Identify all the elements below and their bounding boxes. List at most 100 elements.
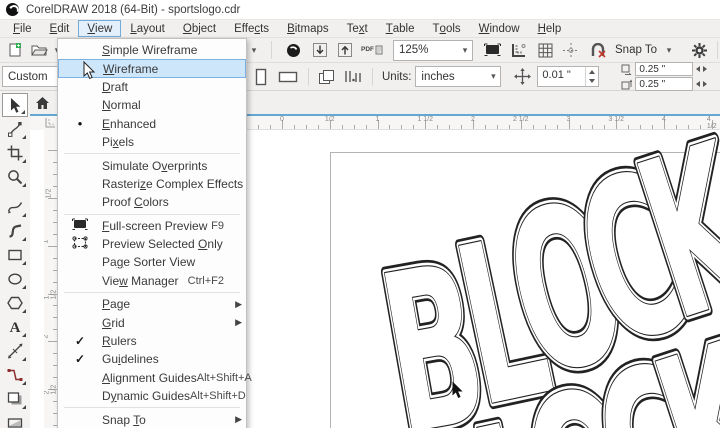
publish-pdf-icon[interactable]: PDF bbox=[361, 40, 383, 60]
toolbar-dropdown-arrow[interactable]: ▾ bbox=[245, 40, 263, 60]
show-grid-icon[interactable] bbox=[536, 40, 554, 60]
duplicate-x-icon bbox=[621, 64, 632, 75]
units-value: inches bbox=[421, 70, 455, 83]
ruler-label: 2 1/2 bbox=[512, 116, 529, 123]
home-icon bbox=[35, 96, 49, 109]
page-dimensions-icon[interactable] bbox=[344, 67, 362, 87]
shape-tool[interactable] bbox=[2, 117, 28, 141]
snap-to-dropdown-arrow[interactable]: ▾ bbox=[660, 40, 678, 60]
ruler-label: 0 bbox=[280, 116, 284, 123]
zoom-level-dropdown-arrow[interactable]: ▾ bbox=[458, 45, 472, 56]
polygon-tool[interactable] bbox=[2, 291, 28, 315]
ruler-origin[interactable] bbox=[30, 116, 58, 130]
menu-item-guidelines[interactable]: ✓ Guidelines bbox=[58, 350, 246, 368]
mouse-cursor-canvas bbox=[452, 381, 463, 398]
menu-item-snap-to[interactable]: Snap To ▶ bbox=[58, 410, 246, 428]
nudge-distance-spinner[interactable]: 0.01 " bbox=[537, 66, 600, 87]
snap-toggle-icon[interactable] bbox=[589, 40, 607, 60]
ruler-label: 4 bbox=[662, 116, 666, 123]
menu-item-page[interactable]: Page ▶ bbox=[58, 295, 246, 313]
units-combo[interactable]: inches ▾ bbox=[415, 66, 502, 87]
show-rulers-icon[interactable] bbox=[510, 40, 528, 60]
ruler-label: 1 bbox=[44, 239, 49, 243]
open-icon[interactable] bbox=[30, 40, 48, 60]
welcome-tab[interactable] bbox=[30, 91, 54, 114]
menu-item-simulate-overprints[interactable]: Simulate Overprints bbox=[58, 156, 246, 174]
import-icon[interactable] bbox=[311, 40, 329, 60]
zoom-tool[interactable] bbox=[2, 165, 28, 189]
text-tool[interactable]: A bbox=[2, 315, 28, 339]
ruler-label: 1 bbox=[375, 116, 380, 123]
menu-item-normal[interactable]: Normal bbox=[58, 96, 246, 114]
menubar-item-effects[interactable]: Effe c ts bbox=[225, 20, 278, 37]
menubar-item-file[interactable]: File bbox=[4, 20, 41, 37]
drop-shadow-tool[interactable] bbox=[2, 387, 28, 411]
menubar-item-window[interactable]: Window bbox=[470, 20, 529, 37]
snap-to-label[interactable]: Snap To bbox=[615, 44, 657, 56]
artistic-media-tool[interactable] bbox=[2, 219, 28, 243]
all-pages-icon[interactable] bbox=[318, 67, 336, 87]
menubar-item-help[interactable]: Help bbox=[529, 20, 571, 37]
menu-item-pixels[interactable]: Pixels bbox=[58, 133, 246, 151]
menu-item-alignment-guides[interactable]: Alignment Guides Alt+Shift+A bbox=[58, 369, 252, 387]
crop-tool[interactable] bbox=[2, 141, 28, 165]
ellipse-tool[interactable] bbox=[2, 267, 28, 291]
show-guidelines-icon[interactable] bbox=[562, 40, 580, 60]
ruler-label: 1/2 bbox=[45, 188, 53, 199]
menu-separator bbox=[64, 292, 240, 294]
menu-item-rulers[interactable]: ✓ Rulers bbox=[58, 332, 246, 350]
menu-item-view-manager[interactable]: View Manager Ctrl+F2 bbox=[58, 272, 246, 290]
get-more-icon[interactable] bbox=[284, 40, 302, 60]
vertical-ruler[interactable]: 1/211 1/222 1/23 bbox=[44, 130, 58, 428]
dimension-tool[interactable] bbox=[2, 339, 28, 363]
menu-item-enhanced[interactable]: ● Enhanced bbox=[58, 115, 246, 133]
ruler-label: 2 bbox=[471, 116, 475, 123]
svg-text:A: A bbox=[10, 320, 21, 335]
menu-item-proof-colors[interactable]: Proof Colors bbox=[58, 193, 246, 211]
menubar-item-edit[interactable]: Edit bbox=[41, 20, 79, 37]
menubar: File Edit View Layout Object Effe c ts Bitmaps Te… bbox=[0, 20, 720, 38]
titlebar: CorelDRAW 2018 (64-Bit) - sportslogo.cdr bbox=[0, 0, 720, 20]
menubar-item-object[interactable]: Object bbox=[174, 20, 225, 37]
toolbox: A bbox=[0, 91, 30, 428]
zoom-level-value: 125% bbox=[399, 44, 429, 56]
duplicate-y-value[interactable]: 0.25 " bbox=[635, 77, 694, 91]
menu-item-preview-selected-only[interactable]: Preview Selected Only bbox=[58, 235, 246, 253]
freehand-tool[interactable] bbox=[2, 195, 28, 219]
rectangle-tool[interactable] bbox=[2, 243, 28, 267]
menubar-item-view[interactable]: View bbox=[78, 20, 122, 37]
portrait-icon[interactable] bbox=[252, 67, 270, 87]
ruler-label: 1/2 bbox=[324, 116, 335, 123]
menu-shortcut: Alt+Shift+A bbox=[196, 371, 252, 384]
ruler-label: 2 1/2 bbox=[44, 384, 58, 395]
zoom-level-combo[interactable]: 125% ▾ bbox=[393, 39, 473, 61]
menubar-item-tools[interactable]: To ols bbox=[424, 20, 470, 37]
menu-item-dynamic-guides[interactable]: Dynamic Guides Alt+Shift+D bbox=[58, 387, 246, 405]
menubar-item-table[interactable]: Table bbox=[377, 20, 424, 37]
new-document-icon[interactable] bbox=[6, 40, 24, 60]
menubar-item-bitmaps[interactable]: Bitmaps bbox=[278, 20, 338, 37]
fullscreen-preview-icon bbox=[72, 218, 88, 234]
menu-item-grid[interactable]: Grid ▶ bbox=[58, 313, 246, 331]
window-title: CorelDRAW 2018 (64-Bit) - sportslogo.cdr bbox=[26, 3, 241, 16]
menu-separator bbox=[64, 153, 240, 155]
options-gear-icon[interactable] bbox=[690, 40, 708, 60]
menubar-item-layout[interactable]: Layout bbox=[121, 20, 174, 37]
pick-tool[interactable] bbox=[2, 93, 28, 117]
menu-item-rasterize-complex-effects[interactable]: Rasterize Complex Effects bbox=[58, 175, 246, 193]
menu-item-simple-wireframe[interactable]: Simple Wireframe bbox=[58, 41, 246, 59]
menu-item-page-sorter-view[interactable]: Page Sorter View bbox=[58, 253, 246, 271]
landscape-icon[interactable] bbox=[278, 67, 298, 87]
view-menu-dropdown: Simple Wireframe Wireframe Draft Normal ● Enh… bbox=[57, 38, 252, 428]
menu-item-full-screen-preview[interactable]: Full-screen Preview F9 bbox=[58, 217, 246, 235]
duplicate-x-value[interactable]: 0.25 " bbox=[635, 62, 694, 76]
coreldraw-window: CorelDRAW 2018 (64-Bit) - sportslogo.cdr… bbox=[0, 0, 720, 428]
fullscreen-preview-toggle-icon[interactable] bbox=[483, 40, 501, 60]
connector-tool[interactable] bbox=[2, 363, 28, 387]
export-icon[interactable] bbox=[336, 40, 354, 60]
transparency-tool[interactable] bbox=[2, 411, 28, 428]
ruler-label: 3 1/2 bbox=[608, 116, 625, 123]
coreldraw-logo-icon bbox=[6, 3, 19, 16]
menu-item-draft[interactable]: Draft bbox=[58, 78, 246, 96]
menubar-item-text[interactable]: Te x t bbox=[338, 20, 377, 37]
